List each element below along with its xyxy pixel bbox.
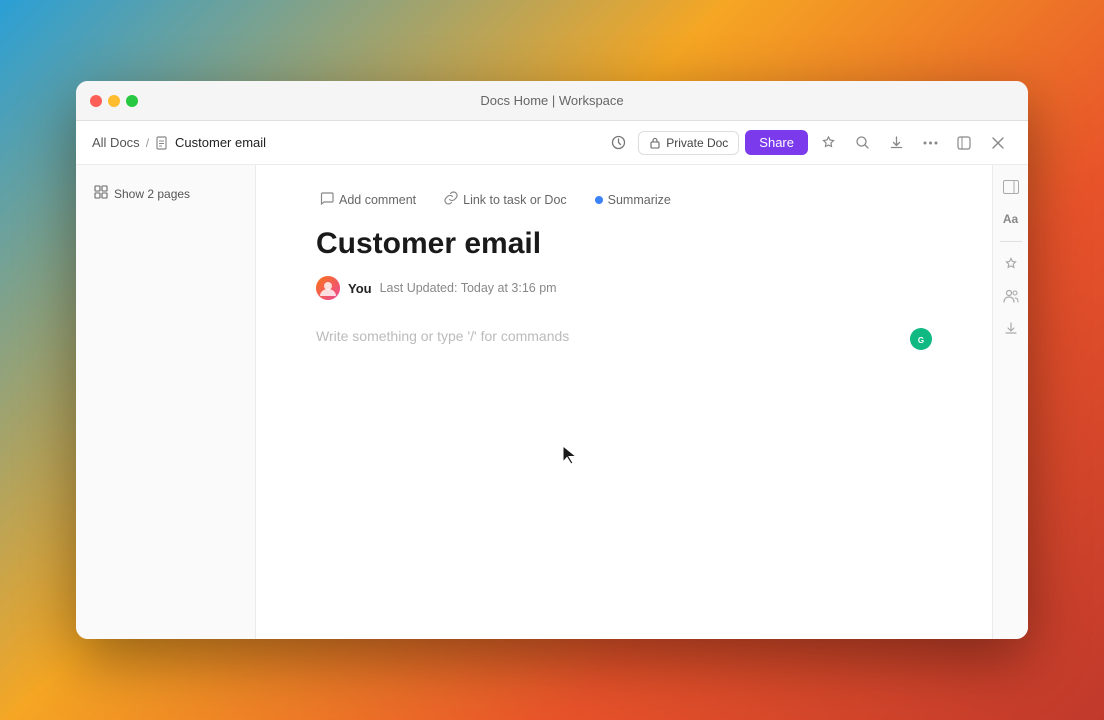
link-task-label: Link to task or Doc — [463, 193, 567, 207]
doc-toolbar: Add comment Link to task or Doc — [316, 189, 932, 210]
last-updated: Last Updated: Today at 3:16 pm — [380, 281, 557, 295]
svg-text:G: G — [918, 336, 924, 345]
close-button[interactable] — [90, 95, 102, 107]
traffic-lights — [90, 95, 138, 107]
show-pages-label: Show 2 pages — [114, 187, 190, 201]
export-button[interactable] — [882, 129, 910, 157]
summarize-label: Summarize — [608, 193, 671, 207]
app-window: Docs Home | Workspace All Docs / Custome… — [76, 81, 1028, 639]
breadcrumb-separator: / — [146, 136, 149, 150]
cursor — [561, 444, 579, 471]
author-row: You Last Updated: Today at 3:16 pm — [316, 276, 932, 300]
ai-icon: G — [910, 328, 932, 350]
maximize-button[interactable] — [126, 95, 138, 107]
write-placeholder[interactable]: Write something or type '/' for commands — [316, 328, 900, 344]
show-pages-button[interactable]: Show 2 pages — [88, 181, 243, 206]
add-comment-label: Add comment — [339, 193, 416, 207]
doc-icon — [155, 136, 169, 150]
people-button[interactable] — [997, 282, 1025, 310]
breadcrumb-root[interactable]: All Docs — [92, 135, 140, 150]
collapse-sidebar-button[interactable] — [997, 173, 1025, 201]
pages-icon — [94, 185, 108, 202]
history-button[interactable] — [604, 129, 632, 157]
sidebar: Show 2 pages — [76, 165, 256, 639]
right-sidebar: Aa — [992, 165, 1028, 639]
main-area: Show 2 pages Add comment — [76, 165, 1028, 639]
breadcrumb: All Docs / Customer email — [92, 135, 596, 150]
divider — [1000, 241, 1022, 242]
font-size-button[interactable]: Aa — [997, 205, 1025, 233]
window-title: Docs Home | Workspace — [480, 93, 623, 108]
private-doc-label: Private Doc — [666, 136, 728, 150]
nav-actions: Private Doc Share — [604, 129, 1012, 157]
breadcrumb-current: Customer email — [175, 135, 266, 150]
comment-icon — [320, 191, 334, 208]
summarize-dot-icon — [595, 196, 603, 204]
link-task-button[interactable]: Link to task or Doc — [440, 189, 571, 210]
private-doc-button[interactable]: Private Doc — [638, 131, 739, 155]
share-button[interactable]: Share — [745, 130, 808, 155]
add-comment-button[interactable]: Add comment — [316, 189, 420, 210]
title-bar: Docs Home | Workspace — [76, 81, 1028, 121]
star-right-button[interactable] — [997, 250, 1025, 278]
star-button[interactable] — [814, 129, 842, 157]
avatar — [316, 276, 340, 300]
nav-bar: All Docs / Customer email — [76, 121, 1028, 165]
summarize-button[interactable]: Summarize — [591, 191, 675, 209]
author-name: You — [348, 281, 372, 296]
more-options-button[interactable] — [916, 129, 944, 157]
link-icon — [444, 191, 458, 208]
write-area[interactable]: Write something or type '/' for commands… — [316, 328, 932, 350]
minimize-button[interactable] — [108, 95, 120, 107]
collapse-button[interactable] — [950, 129, 978, 157]
document-title[interactable]: Customer email — [316, 226, 932, 262]
close-window-button[interactable] — [984, 129, 1012, 157]
font-icon: Aa — [1003, 212, 1018, 226]
search-button[interactable] — [848, 129, 876, 157]
download-right-button[interactable] — [997, 314, 1025, 342]
doc-area: Add comment Link to task or Doc — [256, 165, 1028, 639]
doc-content: Add comment Link to task or Doc — [256, 165, 992, 639]
